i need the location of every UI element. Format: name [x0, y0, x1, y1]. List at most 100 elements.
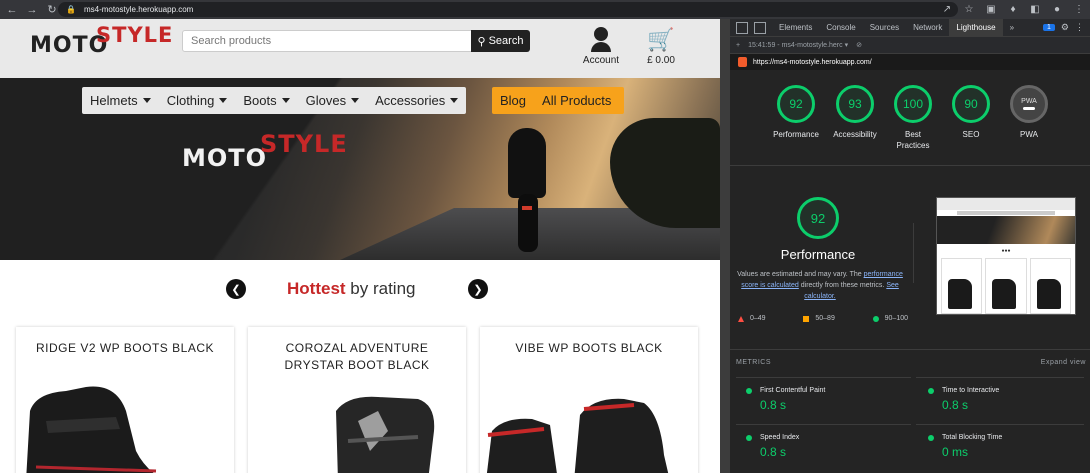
- extension-icon[interactable]: ▣: [984, 1, 998, 17]
- score-label: Best Practices: [896, 130, 930, 150]
- performance-score-gauge: 92: [797, 197, 839, 239]
- sidebar-icon[interactable]: ◧: [1028, 1, 1042, 17]
- good-circle-icon: [746, 387, 752, 394]
- issues-badge[interactable]: 1: [1043, 24, 1055, 31]
- lighthouse-toolbar: + 15:41:59 - ms4-motostyle.herc ▾ ⊘: [730, 37, 1090, 54]
- score-gauges: 92 Performance 93 Accessibility 100 Best…: [730, 79, 1090, 169]
- good-circle-icon: [746, 434, 752, 441]
- metric-label: Time to Interactive: [942, 387, 1000, 394]
- inspect-element-icon[interactable]: [736, 21, 748, 34]
- metric-label: Speed Index: [760, 434, 800, 441]
- metric-tbt: Total Blocking Time 0 ms: [918, 434, 1088, 459]
- score-value: 90: [952, 85, 990, 123]
- more-tabs-icon[interactable]: »: [1003, 19, 1021, 37]
- caret-down-icon: [351, 98, 360, 103]
- performance-title: Performance: [780, 247, 856, 262]
- bookmark-star-icon[interactable]: ☆: [962, 1, 976, 17]
- report-url-bar: https://ms4-motostyle.herokuapp.com/: [730, 54, 1090, 70]
- tab-sources[interactable]: Sources: [863, 19, 906, 37]
- circle-icon: [872, 315, 879, 322]
- metric-value: 0.8 s: [760, 445, 787, 459]
- tab-lighthouse[interactable]: Lighthouse: [949, 19, 1003, 37]
- nav-helmets-label: Helmets: [90, 93, 138, 108]
- puzzle-icon[interactable]: ♦: [1006, 1, 1020, 17]
- gauge-best-practices[interactable]: 100 Best Practices: [883, 85, 943, 151]
- devtools-menu-icon[interactable]: ⋮: [1075, 22, 1084, 33]
- nav-clothing[interactable]: Clothing: [159, 87, 236, 114]
- clear-reports-icon[interactable]: ⊘: [856, 41, 862, 49]
- score-legend: 0–49 50–89 90–100: [738, 315, 908, 322]
- product-card[interactable]: VIBE WP BOOTS BLACK: [480, 327, 698, 473]
- metric-value: 0 ms: [942, 445, 969, 459]
- tab-console[interactable]: Console: [819, 19, 862, 37]
- tab-network[interactable]: Network: [906, 19, 949, 37]
- browser-toolbar: ← → ↻ 🔒 ms4-motostyle.herokuapp.com ↗ ☆ …: [0, 0, 1090, 19]
- forward-icon[interactable]: →: [24, 2, 40, 18]
- performance-description: Values are estimated and may vary. The p…: [734, 269, 906, 302]
- nav-gloves[interactable]: Gloves: [298, 87, 367, 114]
- product-image: [486, 398, 669, 473]
- gauge-seo[interactable]: 90 SEO: [941, 85, 1001, 140]
- nav-boots-label: Boots: [243, 93, 277, 108]
- nav-accessories[interactable]: Accessories: [367, 87, 466, 114]
- nav-all-products[interactable]: All Products: [534, 87, 624, 114]
- cart-link[interactable]: 🛒 £ 0.00: [644, 27, 678, 66]
- lighthouse-icon: [738, 57, 747, 67]
- caret-down-icon: [219, 98, 228, 103]
- share-icon[interactable]: ↗: [940, 1, 954, 17]
- legend-good-label: 90–100: [884, 315, 908, 322]
- divider: [916, 377, 1084, 378]
- settings-gear-icon[interactable]: ⚙: [1061, 22, 1069, 33]
- report-selector[interactable]: 15:41:59 - ms4-motostyle.herc ▾: [748, 41, 848, 49]
- account-link[interactable]: Account: [580, 27, 622, 66]
- menu-kebab-icon[interactable]: ⋮: [1072, 1, 1086, 17]
- square-icon: [803, 315, 810, 322]
- search-input[interactable]: Search products: [182, 30, 472, 52]
- nav-gloves-label: Gloves: [305, 93, 347, 108]
- metrics-label: METRICS: [736, 359, 771, 366]
- metric-label: Total Blocking Time: [942, 434, 1003, 441]
- nav-boots[interactable]: Boots: [235, 87, 297, 114]
- site-header: MOTO STYLE Search products ⚲ Search Acco…: [0, 19, 720, 78]
- address-bar-url: ms4-motostyle.herokuapp.com: [83, 5, 194, 14]
- devtools-tabbar: Elements Console Sources Network Lightho…: [730, 19, 1090, 37]
- metric-value: 0.8 s: [760, 398, 787, 412]
- report-url[interactable]: https://ms4-motostyle.herokuapp.com/: [753, 59, 872, 66]
- performance-section: 92 Performance Values are estimated and …: [730, 191, 1090, 351]
- search-button[interactable]: ⚲ Search: [471, 30, 530, 52]
- legend-average: 50–89: [803, 315, 835, 322]
- nav-helmets[interactable]: Helmets: [82, 87, 159, 114]
- report-time: 15:41:59 - ms4-motostyle.herc: [748, 42, 843, 49]
- hottest-section-header: ❮ Hottest by rating ❯: [0, 277, 720, 307]
- metrics-header: METRICS Expand view: [736, 359, 1086, 366]
- product-name: RIDGE V2 WP BOOTS BLACK: [36, 341, 214, 355]
- good-circle-icon: [928, 387, 934, 394]
- gauge-pwa[interactable]: PWA PWA: [999, 85, 1059, 140]
- divider: [730, 165, 1090, 166]
- expand-view-toggle[interactable]: Expand view: [1041, 359, 1086, 366]
- score-label: Accessibility: [833, 130, 877, 139]
- caret-down-icon: [142, 98, 151, 103]
- thumbnail-caption: ●●●: [1001, 248, 1011, 254]
- final-screenshot-thumbnail[interactable]: ●●●: [936, 197, 1076, 315]
- cart-icon: 🛒: [647, 27, 675, 52]
- profile-icon[interactable]: ●: [1050, 1, 1064, 17]
- devtools-resize-divider[interactable]: [720, 19, 730, 473]
- carousel-next-button[interactable]: ❯: [468, 279, 488, 299]
- nav-blog[interactable]: Blog: [492, 87, 534, 114]
- gauge-accessibility[interactable]: 93 Accessibility: [825, 85, 885, 140]
- user-icon: [591, 27, 611, 53]
- address-bar[interactable]: 🔒 ms4-motostyle.herokuapp.com: [58, 2, 958, 17]
- divider: [913, 223, 914, 283]
- new-report-plus-icon[interactable]: +: [736, 42, 740, 49]
- back-icon[interactable]: ←: [4, 2, 20, 18]
- product-card[interactable]: RIDGE V2 WP BOOTS BLACK: [16, 327, 234, 473]
- score-value: 93: [836, 85, 874, 123]
- gauge-performance[interactable]: 92 Performance: [766, 85, 826, 140]
- browser-actions: ↗ ☆ ▣ ♦ ◧ ● ⋮: [940, 1, 1086, 17]
- carousel-prev-button[interactable]: ❮: [226, 279, 246, 299]
- product-card[interactable]: COROZAL ADVENTURE DRYSTAR BOOT BLACK: [248, 327, 466, 473]
- tab-elements[interactable]: Elements: [772, 19, 819, 37]
- device-toolbar-icon[interactable]: [754, 21, 766, 34]
- category-nav: Helmets Clothing Boots Gloves Accessorie…: [82, 87, 467, 114]
